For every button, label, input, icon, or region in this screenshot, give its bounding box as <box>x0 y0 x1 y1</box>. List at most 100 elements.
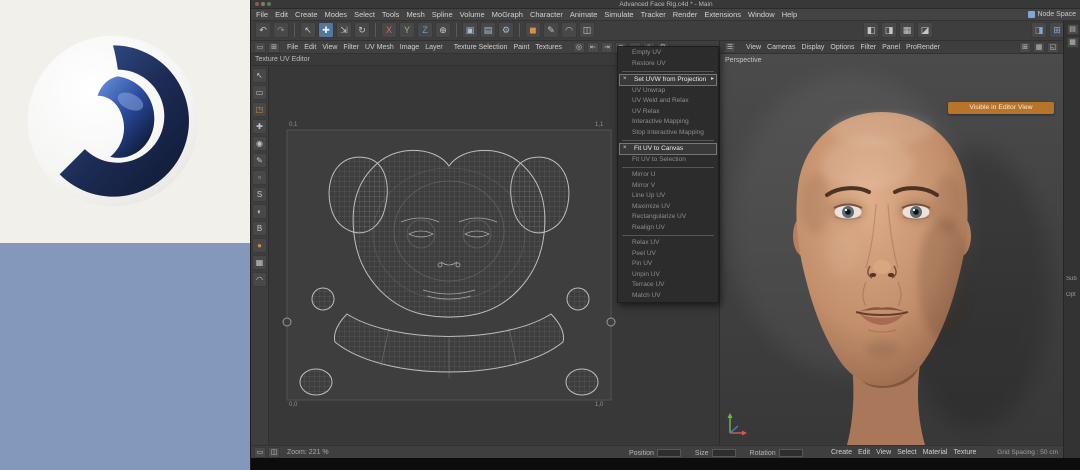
align-left-icon[interactable]: ⇤ <box>587 42 599 53</box>
viewport-menu-item[interactable]: Display <box>801 44 824 51</box>
panel-tab-icon[interactable]: ▦ <box>1067 37 1079 48</box>
layout-icon[interactable]: ◨ <box>881 22 897 38</box>
zoom-window-icon[interactable] <box>267 2 271 6</box>
viewport-layout-icon[interactable]: ⊞ <box>1019 42 1031 53</box>
uv-menu-item[interactable]: UV Mesh <box>365 44 394 51</box>
menu-item[interactable]: Mesh <box>406 10 424 19</box>
bottom-menu-item[interactable]: Edit <box>858 449 870 456</box>
lock-x-axis-icon[interactable]: X <box>381 22 397 38</box>
uv-menu-item[interactable]: Filter <box>343 44 359 51</box>
context-menu-item[interactable]: ×Fit UV to Canvas <box>619 143 717 155</box>
lock-y-axis-icon[interactable]: Y <box>399 22 415 38</box>
context-menu-item[interactable]: UV Relax <box>618 107 718 118</box>
viewport-menu-item[interactable]: Panel <box>882 44 900 51</box>
context-menu-item[interactable]: Peel UV <box>618 249 718 260</box>
uv-target-icon[interactable]: ◎ <box>573 42 585 53</box>
menu-item[interactable]: Modes <box>325 10 348 19</box>
window-controls[interactable] <box>255 2 271 6</box>
context-menu-item[interactable]: UV Unwrap <box>618 86 718 97</box>
menu-item[interactable]: MoGraph <box>492 10 523 19</box>
uv-tab-icon[interactable]: ▭ <box>254 42 266 53</box>
uv-menu-item[interactable]: Image <box>400 44 419 51</box>
menu-item[interactable]: Character <box>530 10 563 19</box>
selection-tool-icon[interactable]: ↖ <box>252 68 267 83</box>
context-menu-item[interactable]: Empty UV <box>618 48 718 59</box>
context-menu-item[interactable]: Maximize UV <box>618 202 718 213</box>
context-menu-item[interactable]: Stop Interactive Mapping <box>618 128 718 139</box>
curve-icon[interactable]: ◠ <box>252 272 267 287</box>
context-menu-item[interactable]: Line Up UV <box>618 191 718 202</box>
context-menu-item[interactable]: Interactive Mapping <box>618 117 718 128</box>
uv-menu-item[interactable]: File <box>287 44 298 51</box>
context-menu-item[interactable]: Mirror V <box>618 181 718 192</box>
move-tool-icon[interactable]: ✚ <box>318 22 334 38</box>
menu-item[interactable]: Select <box>354 10 375 19</box>
rect-select-icon[interactable]: ▭ <box>252 85 267 100</box>
context-menu-item[interactable]: Mirror U <box>618 170 718 181</box>
layout-icon[interactable]: ▦ <box>899 22 915 38</box>
viewport-label[interactable]: Perspective <box>725 57 762 64</box>
dodge-tool-icon[interactable]: ◐ <box>252 204 267 219</box>
visible-in-editor-view-button[interactable]: Visible in Editor View <box>948 102 1054 114</box>
status-icon[interactable]: ◫ <box>268 447 280 458</box>
uv-menu-item[interactable]: View <box>322 44 337 51</box>
menu-item[interactable]: Tracker <box>641 10 666 19</box>
uv-action-item[interactable]: Texture Selection <box>454 44 508 51</box>
viewport-menu-icon[interactable]: ☰ <box>724 42 736 53</box>
context-menu-item[interactable]: Relax UV <box>618 238 718 249</box>
node-space-switcher[interactable]: Node Space <box>1028 11 1076 18</box>
panel-toggle-icon[interactable]: ◨ <box>1031 22 1047 38</box>
viewport-menu-item[interactable]: View <box>746 44 761 51</box>
lock-z-axis-icon[interactable]: Z <box>417 22 433 38</box>
align-right-icon[interactable]: ⇥ <box>601 42 613 53</box>
context-menu-item[interactable]: ×Set UVW from Projection▸ <box>619 74 717 86</box>
menu-item[interactable]: Render <box>673 10 698 19</box>
pen-tool-icon[interactable]: ✎ <box>543 22 559 38</box>
menu-item[interactable]: File <box>256 10 268 19</box>
undo-icon[interactable]: ↶ <box>255 22 271 38</box>
viewport-menu-item[interactable]: ProRender <box>906 44 940 51</box>
status-icon[interactable]: ▭ <box>254 447 266 458</box>
panel-tab-icon[interactable]: ▤ <box>1067 24 1079 35</box>
render-picture-viewer-icon[interactable]: ▤ <box>480 22 496 38</box>
spline-tool-icon[interactable]: ◠ <box>561 22 577 38</box>
grid-icon[interactable]: ▦ <box>252 255 267 270</box>
coordinate-field[interactable]: Position <box>629 449 681 457</box>
minimize-window-icon[interactable] <box>261 2 265 6</box>
perspective-viewport[interactable]: Perspective Visible in Editor View <box>719 54 1063 445</box>
smear-tool-icon[interactable]: S <box>252 187 267 202</box>
context-menu-item[interactable]: Pin UV <box>618 259 718 270</box>
menu-item[interactable]: Animate <box>570 10 598 19</box>
context-menu-item[interactable]: Rectangularize UV <box>618 212 718 223</box>
live-selection-icon[interactable]: ↖ <box>300 22 316 38</box>
uv-action-item[interactable]: Textures <box>535 44 561 51</box>
uv-action-item[interactable]: Paint <box>513 44 529 51</box>
scale-tool-icon[interactable]: ⇲ <box>336 22 352 38</box>
add-cube-icon[interactable]: ◼ <box>525 22 541 38</box>
render-view-icon[interactable]: ▣ <box>462 22 478 38</box>
context-menu-item[interactable]: Terrace UV <box>618 280 718 291</box>
context-menu-item[interactable]: Fit UV to Selection <box>618 155 718 166</box>
burn-tool-icon[interactable]: B <box>252 221 267 236</box>
menu-item[interactable]: Edit <box>275 10 288 19</box>
move-icon[interactable]: ✚ <box>252 119 267 134</box>
context-menu-item[interactable]: Unpin UV <box>618 270 718 281</box>
menu-item[interactable]: Simulate <box>604 10 633 19</box>
bottom-menu-item[interactable]: Create <box>831 449 852 456</box>
layout-icon[interactable]: ◪ <box>917 22 933 38</box>
viewport-menu-item[interactable]: Cameras <box>767 44 795 51</box>
draw-icon[interactable]: ✎ <box>252 153 267 168</box>
rotate-tool-icon[interactable]: ↻ <box>354 22 370 38</box>
bottom-menu-item[interactable]: Texture <box>954 449 977 456</box>
menu-item[interactable]: Help <box>782 10 797 19</box>
context-menu-item[interactable]: UV Weld and Relax <box>618 96 718 107</box>
menu-item[interactable]: Volume <box>460 10 485 19</box>
viewport-menu-item[interactable]: Filter <box>861 44 877 51</box>
brush-icon[interactable]: ◉ <box>252 136 267 151</box>
coordinate-field[interactable]: Rotation <box>750 449 803 457</box>
context-menu-item[interactable]: Restore UV <box>618 59 718 70</box>
material-icon[interactable]: ● <box>252 238 267 253</box>
titlebar[interactable]: Advanced Face Rig.c4d * - Main <box>251 0 1080 9</box>
context-menu-item[interactable]: Match UV <box>618 291 718 302</box>
coordinate-field[interactable]: Size <box>695 449 736 457</box>
